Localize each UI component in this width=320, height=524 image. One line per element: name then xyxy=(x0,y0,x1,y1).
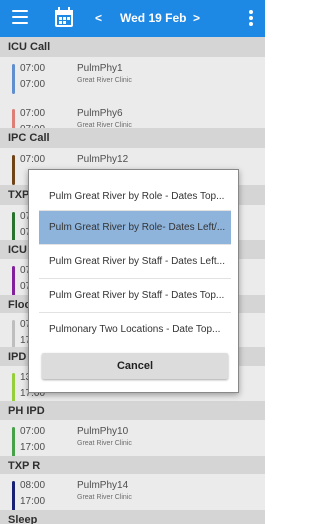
calendar-icon[interactable] xyxy=(54,6,74,28)
dialog-option[interactable]: Pulm Great River by Staff - Dates Top... xyxy=(39,279,231,312)
cancel-button[interactable]: Cancel xyxy=(42,353,228,379)
dialog-option[interactable]: Pulm Great River by Staff - Dates Left..… xyxy=(39,245,231,278)
previous-day-button[interactable]: < xyxy=(95,11,102,25)
view-selection-dialog: Pulm Great River by Role - Dates Top... … xyxy=(28,169,239,393)
dialog-option[interactable]: Pulmonary Two Locations - Date Top... xyxy=(39,313,231,346)
current-date[interactable]: Wed 19 Feb xyxy=(120,11,186,25)
more-options-icon[interactable] xyxy=(249,10,253,26)
next-day-button[interactable]: > xyxy=(193,11,200,25)
dialog-option[interactable]: Pulm Great River by Role - Dates Top... xyxy=(39,180,231,213)
top-bar: < Wed 19 Feb > xyxy=(0,0,265,37)
dialog-option-selected[interactable]: Pulm Great River by Role- Dates Left/... xyxy=(39,211,231,244)
app-root: < Wed 19 Feb > ICU Call 07:00 07:00 Pulm… xyxy=(0,0,265,524)
menu-icon[interactable] xyxy=(12,10,28,24)
